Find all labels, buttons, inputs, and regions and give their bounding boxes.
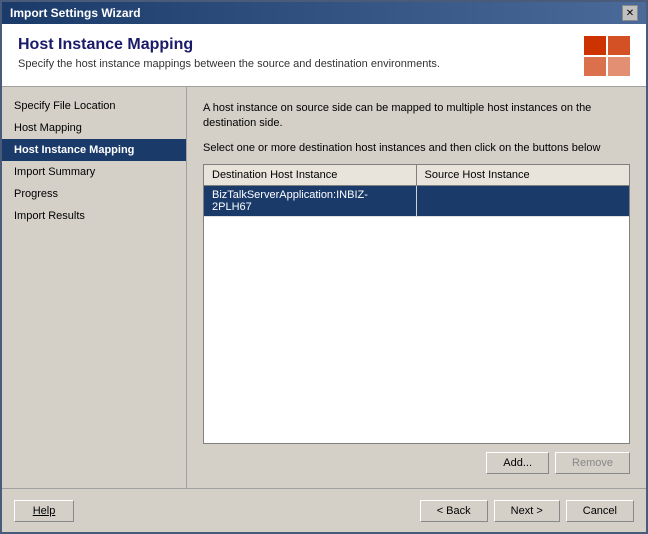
host-instance-table[interactable]: Destination Host Instance Source Host In… — [203, 164, 630, 444]
footer: Help < Back Next > Cancel — [2, 488, 646, 532]
footer-left: Help — [14, 500, 74, 522]
table-cell-source — [417, 186, 630, 216]
footer-right: < Back Next > Cancel — [420, 500, 634, 522]
logo-square-1 — [584, 36, 606, 55]
content-description: A host instance on source side can be ma… — [203, 101, 630, 132]
next-button[interactable]: Next > — [494, 500, 560, 522]
add-button[interactable]: Add... — [486, 452, 549, 474]
col-source: Source Host Instance — [417, 165, 630, 185]
logo-square-4 — [608, 57, 630, 76]
sidebar-item-import-summary[interactable]: Import Summary — [2, 161, 186, 183]
content-area: A host instance on source side can be ma… — [187, 87, 646, 488]
header-text: Host Instance Mapping Specify the host i… — [18, 36, 440, 70]
sidebar: Specify File Location Host Mapping Host … — [2, 87, 187, 488]
title-bar: Import Settings Wizard ✕ — [2, 2, 646, 24]
back-button[interactable]: < Back — [420, 500, 488, 522]
table-cell-destination: BizTalkServerApplication:INBIZ-2PLH67 — [204, 186, 417, 216]
sidebar-item-progress[interactable]: Progress — [2, 183, 186, 205]
sidebar-item-host-mapping[interactable]: Host Mapping — [2, 117, 186, 139]
page-description: Specify the host instance mappings betwe… — [18, 58, 440, 70]
content-instruction: Select one or more destination host inst… — [203, 142, 630, 154]
table-body: BizTalkServerApplication:INBIZ-2PLH67 — [204, 186, 629, 443]
cancel-button[interactable]: Cancel — [566, 500, 634, 522]
page-title: Host Instance Mapping — [18, 36, 440, 54]
table-header: Destination Host Instance Source Host In… — [204, 165, 629, 186]
header: Host Instance Mapping Specify the host i… — [2, 24, 646, 87]
window-title: Import Settings Wizard — [10, 6, 141, 20]
main-content: Specify File Location Host Mapping Host … — [2, 87, 646, 488]
close-button[interactable]: ✕ — [622, 5, 638, 21]
sidebar-item-specify-file-location[interactable]: Specify File Location — [2, 95, 186, 117]
logo-square-3 — [584, 57, 606, 76]
sidebar-item-import-results[interactable]: Import Results — [2, 205, 186, 227]
logo-icon — [584, 36, 630, 76]
help-button[interactable]: Help — [14, 500, 74, 522]
remove-button[interactable]: Remove — [555, 452, 630, 474]
sidebar-item-host-instance-mapping[interactable]: Host Instance Mapping — [2, 139, 186, 161]
logo-square-2 — [608, 36, 630, 55]
col-destination: Destination Host Instance — [204, 165, 417, 185]
wizard-window: Import Settings Wizard ✕ Host Instance M… — [0, 0, 648, 534]
table-row[interactable]: BizTalkServerApplication:INBIZ-2PLH67 — [204, 186, 629, 217]
table-action-buttons: Add... Remove — [203, 452, 630, 474]
